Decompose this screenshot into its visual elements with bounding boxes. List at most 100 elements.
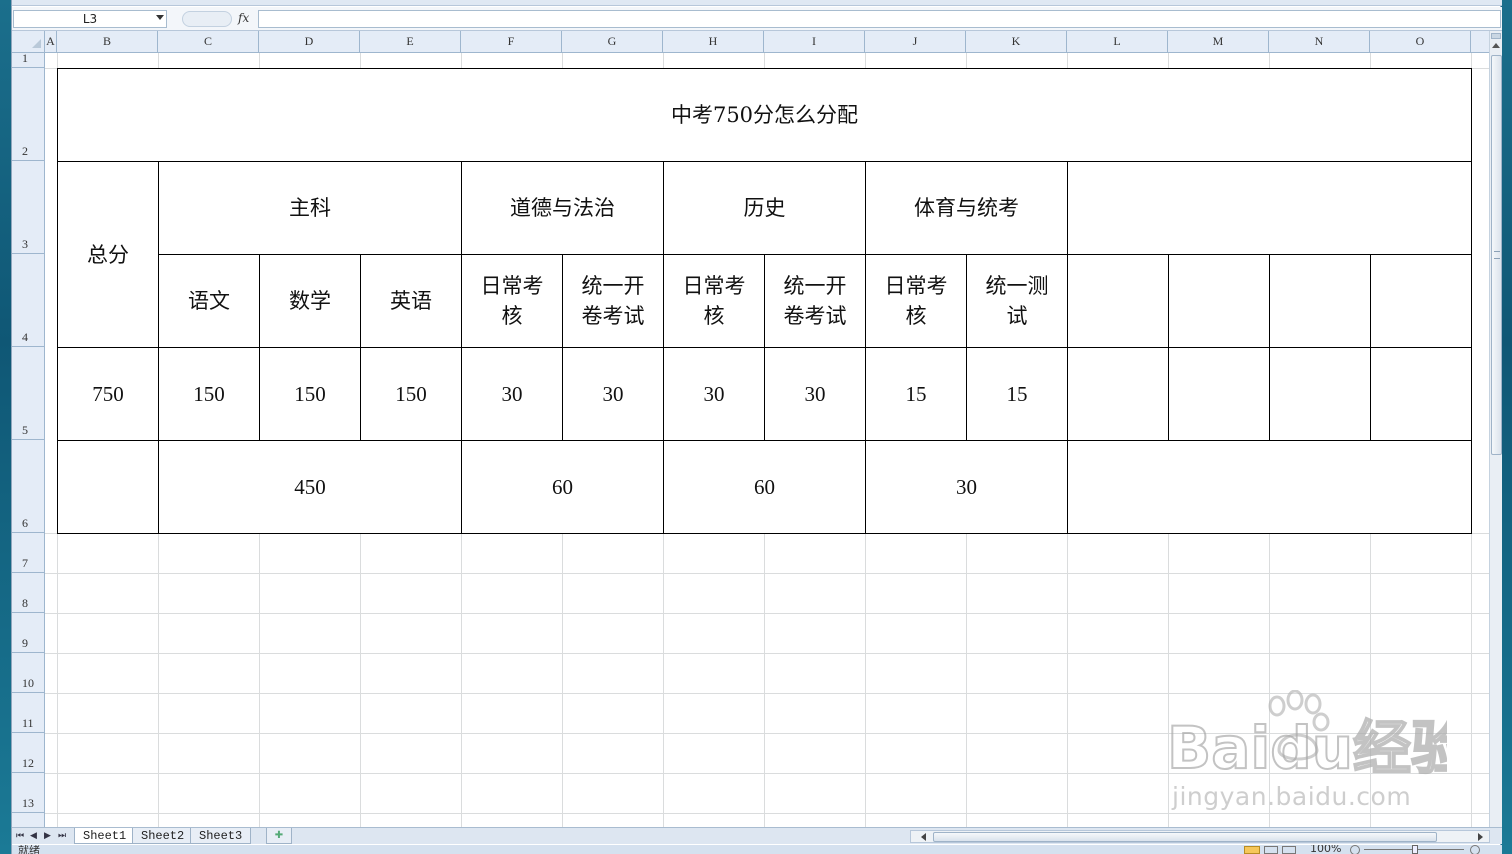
select-all-button[interactable] (12, 31, 45, 53)
cell-total-pe[interactable]: 30 (865, 440, 1068, 534)
cell-empty[interactable] (1067, 440, 1472, 534)
table-title[interactable]: 中考750分怎么分配 (57, 68, 1472, 162)
zoom-in-icon[interactable] (1470, 845, 1480, 854)
formula-input[interactable] (258, 10, 1501, 28)
column-header-d[interactable]: D (259, 31, 360, 53)
column-header-i[interactable]: I (764, 31, 865, 53)
cell-total-header[interactable]: 总分 (57, 161, 159, 348)
column-header-g[interactable]: G (562, 31, 663, 53)
cell-total-history[interactable]: 60 (663, 440, 866, 534)
cell-empty[interactable] (1370, 254, 1472, 348)
cell-subject-morality-daily[interactable]: 日常考核 (461, 254, 563, 348)
normal-view-icon[interactable] (1244, 846, 1260, 854)
cell-score-history-daily[interactable]: 30 (663, 347, 765, 441)
row-header-7[interactable]: 7 (12, 533, 45, 573)
insert-sheet-icon[interactable]: ✚ (266, 828, 292, 844)
page-break-view-icon[interactable] (1282, 846, 1296, 854)
cell-group-main[interactable]: 主科 (158, 161, 462, 255)
column-header-m[interactable]: M (1168, 31, 1269, 53)
zoom-out-icon[interactable] (1350, 845, 1360, 854)
column-header-o[interactable]: O (1370, 31, 1471, 53)
cell-subject-history-exam[interactable]: 统一开卷考试 (764, 254, 866, 348)
row-header-9[interactable]: 9 (12, 613, 45, 653)
cell-empty[interactable] (1269, 347, 1371, 441)
cell-subject-history-daily[interactable]: 日常考核 (663, 254, 765, 348)
cell-subject-pe-exam[interactable]: 统一测试 (966, 254, 1068, 348)
column-header-e[interactable]: E (360, 31, 461, 53)
column-header-k[interactable]: K (966, 31, 1067, 53)
cell-score-english[interactable]: 150 (360, 347, 462, 441)
row-header-10[interactable]: 10 (12, 653, 45, 693)
cell-score-morality-daily[interactable]: 30 (461, 347, 563, 441)
cell-score-total[interactable]: 750 (57, 347, 159, 441)
cell-empty[interactable] (1067, 347, 1169, 441)
page-layout-view-icon[interactable] (1264, 846, 1278, 854)
zoom-level[interactable]: 100% (1310, 845, 1341, 854)
vertical-scrollbar[interactable] (1489, 31, 1502, 827)
cell-empty[interactable] (57, 440, 159, 534)
column-header-a[interactable]: A (45, 31, 57, 53)
column-header-b[interactable]: B (57, 31, 158, 53)
cell-score-pe-exam[interactable]: 15 (966, 347, 1068, 441)
cell-total-main[interactable]: 450 (158, 440, 462, 534)
row-header-6[interactable]: 6 (12, 440, 45, 533)
cell-subject-math[interactable]: 数学 (259, 254, 361, 348)
insert-function-icon[interactable]: fx (238, 11, 249, 25)
tab-sheet1[interactable]: Sheet1 (74, 828, 136, 844)
row-header-1[interactable]: 1 (12, 51, 45, 68)
first-sheet-icon[interactable]: ⏮ (16, 831, 24, 841)
cell-empty[interactable] (1370, 347, 1472, 441)
next-sheet-icon[interactable]: ▶ (44, 831, 51, 841)
cell-group-history[interactable]: 历史 (663, 161, 866, 255)
row-header-2[interactable]: 2 (12, 68, 45, 161)
column-header-n[interactable]: N (1269, 31, 1370, 53)
row-header-5[interactable]: 5 (12, 347, 45, 440)
prev-sheet-icon[interactable]: ◀ (30, 831, 37, 841)
cell-empty[interactable] (1067, 254, 1169, 348)
column-header-f[interactable]: F (461, 31, 562, 53)
status-ready: 就绪 (18, 845, 40, 854)
column-header-c[interactable]: C (158, 31, 259, 53)
cell-subject-morality-exam[interactable]: 统一开卷考试 (562, 254, 664, 348)
cell-subject-english[interactable]: 英语 (360, 254, 462, 348)
split-handle[interactable] (1491, 33, 1501, 39)
cell-empty[interactable] (1168, 347, 1270, 441)
row-header-11[interactable]: 11 (12, 693, 45, 733)
row-header-4[interactable]: 4 (12, 254, 45, 347)
scroll-left-icon[interactable] (921, 833, 926, 841)
column-header-h[interactable]: H (663, 31, 764, 53)
cell-group-morality[interactable]: 道德与法治 (461, 161, 664, 255)
zoom-slider-thumb[interactable] (1412, 845, 1418, 854)
cell-score-pe-daily[interactable]: 15 (865, 347, 967, 441)
cell-subject-chinese[interactable]: 语文 (158, 254, 260, 348)
column-header-l[interactable]: L (1067, 31, 1168, 53)
tab-sheet2[interactable]: Sheet2 (132, 828, 194, 844)
cell-total-morality[interactable]: 60 (461, 440, 664, 534)
name-box[interactable]: L3 (13, 10, 167, 28)
cell-group-extra[interactable] (1067, 161, 1472, 255)
cell-score-math[interactable]: 150 (259, 347, 361, 441)
cell-empty[interactable] (1269, 254, 1371, 348)
cell-score-morality-exam[interactable]: 30 (562, 347, 664, 441)
scroll-thumb[interactable] (933, 832, 1437, 842)
chevron-down-icon[interactable] (156, 15, 164, 20)
scroll-up-icon[interactable] (1492, 43, 1500, 48)
gridline-h (45, 733, 1489, 734)
tab-sheet3[interactable]: Sheet3 (190, 828, 252, 844)
last-sheet-icon[interactable]: ⏭ (58, 831, 66, 841)
row-header-13[interactable]: 13 (12, 773, 45, 813)
cell-group-pe[interactable]: 体育与统考 (865, 161, 1068, 255)
horizontal-scrollbar[interactable] (910, 830, 1490, 843)
scroll-right-icon[interactable] (1478, 833, 1483, 841)
worksheet-grid[interactable]: A B C D E F G H I J K L M N O 1 2 3 4 5 … (12, 31, 1489, 827)
row-header-8[interactable]: 8 (12, 573, 45, 613)
column-header-j[interactable]: J (865, 31, 966, 53)
scroll-thumb[interactable] (1491, 55, 1502, 455)
cell-empty[interactable] (1168, 254, 1270, 348)
cell-score-history-exam[interactable]: 30 (764, 347, 866, 441)
formula-cancel-enter-group[interactable] (182, 11, 232, 27)
cell-score-chinese[interactable]: 150 (158, 347, 260, 441)
row-header-3[interactable]: 3 (12, 161, 45, 254)
cell-subject-pe-daily[interactable]: 日常考核 (865, 254, 967, 348)
row-header-12[interactable]: 12 (12, 733, 45, 773)
